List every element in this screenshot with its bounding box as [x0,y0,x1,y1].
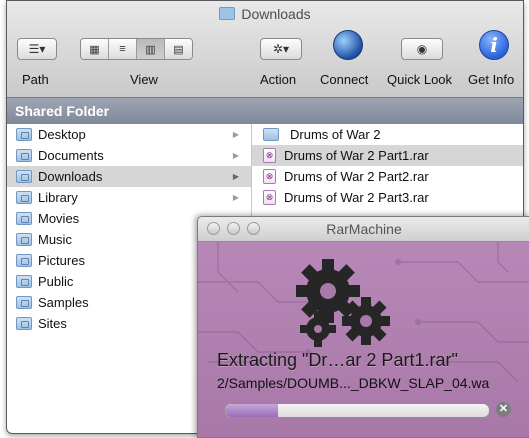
disclosure-arrow-icon: ▶ [232,172,239,181]
rar-archive-icon: ⊗ [263,148,276,163]
item-label: Public [38,274,74,289]
icon-view-button[interactable]: ▦ [81,39,109,59]
quick-look-button[interactable]: ◉ [401,38,443,60]
rar-archive-icon: ⊗ [263,190,276,205]
path-button[interactable]: ☰▾ [17,38,57,60]
info-icon: i [490,33,498,57]
item-label: Drums of War 2 Part3.rar [284,190,429,205]
list-item-documents[interactable]: Documents ▶ [7,145,251,166]
item-label: Drums of War 2 Part2.rar [284,169,429,184]
path-label: Path [22,72,49,87]
extracting-status: Extracting "Dr…ar 2 Part1.rar" [217,350,458,370]
list-item-drums-folder[interactable]: Drums of War 2 [252,124,523,145]
progress-fill [225,404,278,417]
item-label: Documents [38,148,104,163]
action-button[interactable]: ✲▾ [260,38,302,60]
item-label: Desktop [38,127,86,142]
window-title: Downloads [7,6,523,22]
gear-icon: ✲▾ [272,42,290,56]
disclosure-arrow-icon: ▶ [232,193,239,202]
rar-archive-icon: ⊗ [263,169,276,184]
item-label: Pictures [38,253,85,268]
dialog-title: RarMachine [326,221,402,237]
quick-look-label: Quick Look [387,72,453,87]
folder-icon [219,7,236,20]
folder-icon [16,128,32,141]
connect-label: Connect [320,72,369,87]
extracting-path: 2/Samples/DOUMB..._DBKW_SLAP_04.wa [217,375,490,391]
item-label: Drums of War 2 [290,127,381,142]
gears-icon [296,259,390,347]
toolbar: Downloads ☰▾ Path ▦ ≡ ▥ ▤ View ✲▾ Action… [7,1,523,98]
list-item-desktop[interactable]: Desktop ▶ [7,124,251,145]
item-label: Downloads [38,169,103,184]
list-view-button[interactable]: ≡ [109,39,137,59]
folder-icon [16,170,32,183]
list-item-part3-rar[interactable]: ⊗ Drums of War 2 Part3.rar [252,187,523,208]
disclosure-arrow-icon: ▶ [232,130,239,139]
folder-icon [16,149,32,162]
item-label: Samples [38,295,89,310]
eye-icon: ◉ [416,42,428,56]
list-item-downloads[interactable]: Downloads ▶ [7,166,251,187]
get-info-button[interactable]: i [479,30,509,60]
disclosure-arrow-icon: ▶ [232,151,239,160]
connect-globe-icon[interactable] [333,30,363,60]
folder-icon [16,296,32,309]
item-label: Movies [38,211,80,226]
action-label: Action [260,72,297,87]
window-title-text: Downloads [241,6,311,22]
view-segmented-control[interactable]: ▦ ≡ ▥ ▤ [80,38,193,60]
get-info-label: Get Info [468,72,515,87]
column-view-button[interactable]: ▥ [137,39,165,59]
extraction-progress-bar [224,403,490,418]
coverflow-view-button[interactable]: ▤ [165,39,192,59]
list-item-part2-rar[interactable]: ⊗ Drums of War 2 Part2.rar [252,166,523,187]
folder-icon [16,233,32,246]
folder-icon [263,128,279,141]
folder-icon [16,254,32,267]
list-item-library[interactable]: Library ▶ [7,187,251,208]
folder-icon [16,191,32,204]
cancel-extraction-button[interactable]: ✕ [496,402,511,417]
list-item-part1-rar[interactable]: ⊗ Drums of War 2 Part1.rar [252,145,523,166]
item-label: Drums of War 2 Part1.rar [284,148,429,163]
item-label: Sites [38,316,67,331]
view-label: View [130,72,158,87]
folder-icon [16,275,32,288]
rarmachine-dialog: RarMachine Extracting "Dr…ar 2 Part1.rar… [197,216,529,438]
dialog-titlebar: RarMachine [198,217,529,242]
folder-icon [16,212,32,225]
path-menu-icon: ☰▾ [28,42,46,56]
item-label: Library [38,190,78,205]
shared-folder-header: Shared Folder [7,98,523,124]
folder-icon [16,317,32,330]
item-label: Music [38,232,72,247]
